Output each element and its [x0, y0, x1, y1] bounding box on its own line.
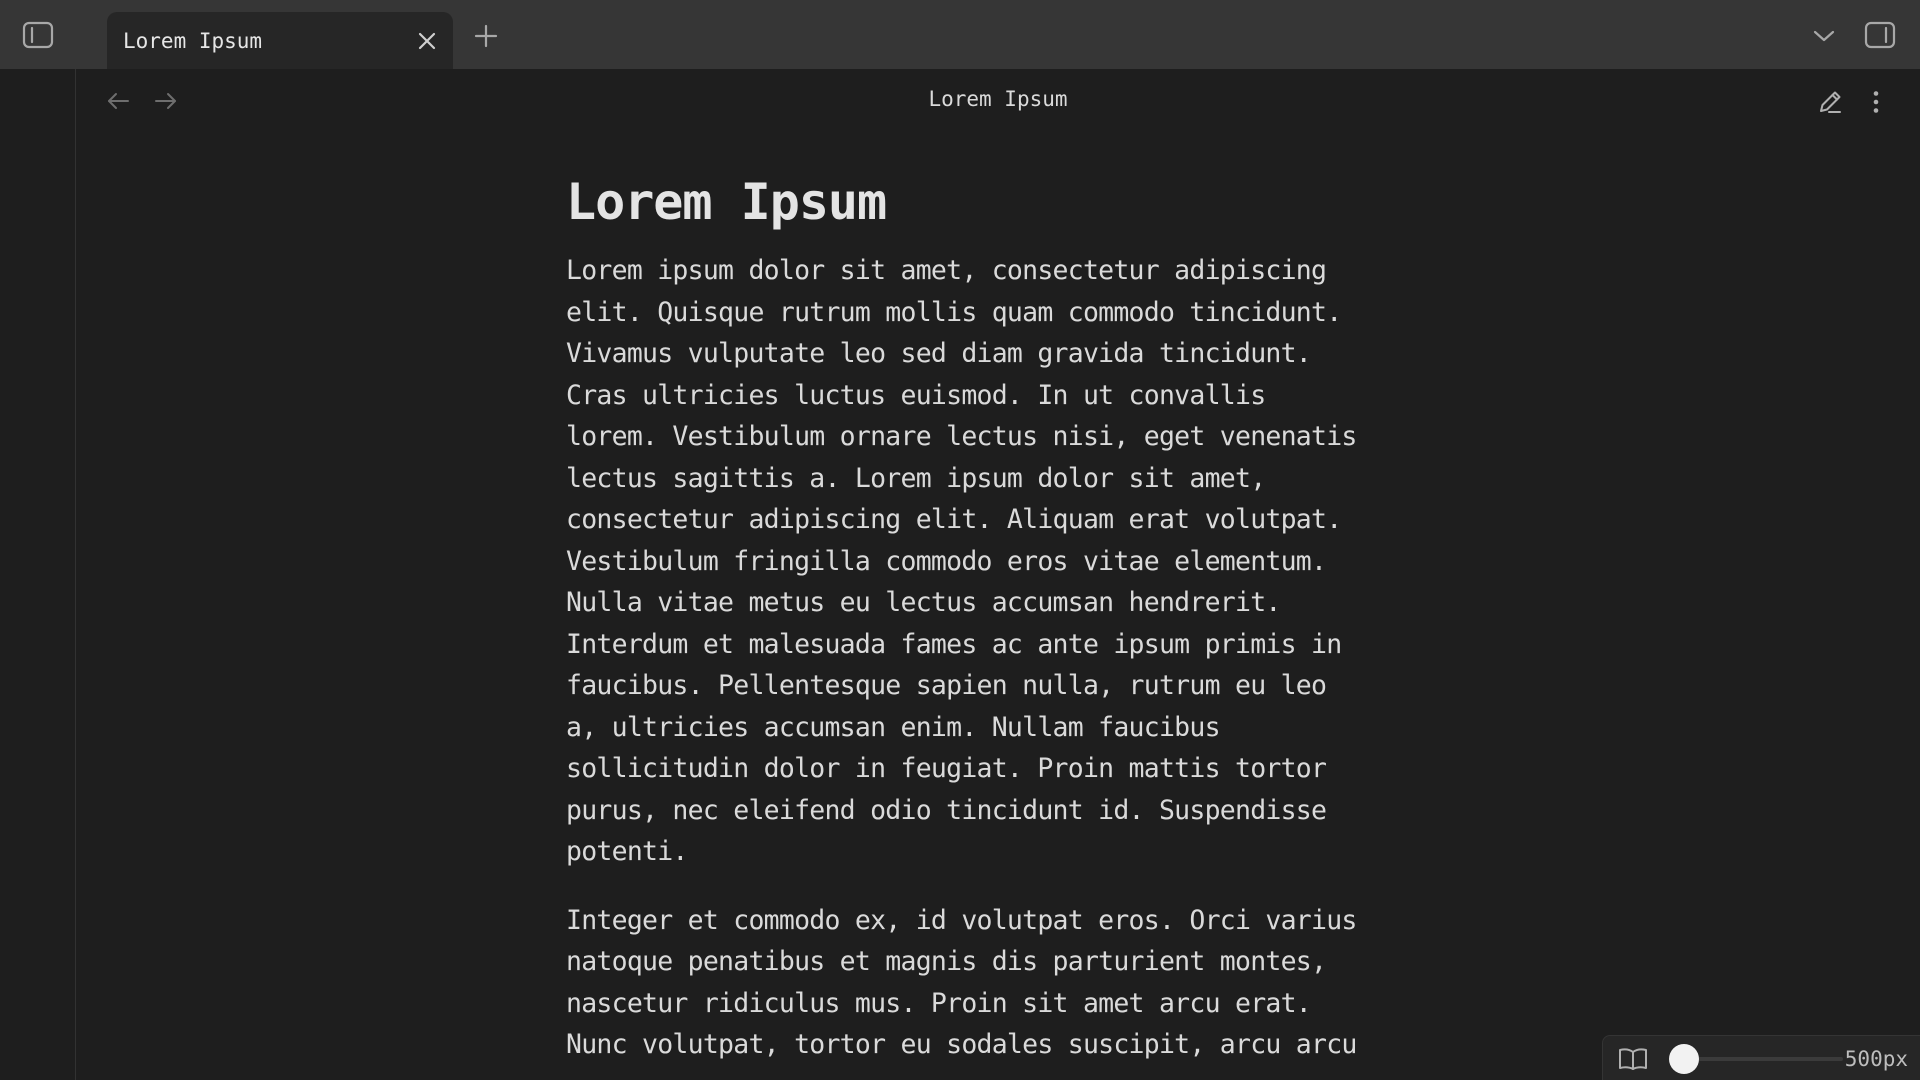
- view-header: Lorem Ipsum: [76, 69, 1920, 133]
- paragraph-1: Lorem ipsum dolor sit amet, consectetur …: [566, 250, 1446, 873]
- pencil-icon[interactable]: [1810, 83, 1850, 121]
- paragraph-2: Integer et commodo ex, id volutpat eros.…: [566, 900, 1446, 1066]
- tab-lorem-ipsum[interactable]: Lorem Ipsum: [107, 12, 453, 69]
- sidebar-right-icon[interactable]: [1858, 15, 1902, 55]
- text-line: faucibus. Pellentesque sapien nulla, rut…: [566, 670, 1327, 701]
- text-line: purus, nec eleifend odio tincidunt id. S…: [566, 794, 1327, 826]
- chevron-down-icon[interactable]: [1804, 18, 1844, 54]
- more-vertical-icon[interactable]: [1858, 83, 1894, 121]
- text-line: Lorem ipsum dolor sit amet, consectetur …: [566, 255, 1327, 286]
- note-view: Lorem Ipsum Lorem Ipsum Lorem ipsum dolo…: [76, 69, 1920, 1080]
- view-title[interactable]: Lorem Ipsum: [76, 87, 1920, 111]
- text-line: Nunc volutpat, tortor eu sodales suscipi…: [566, 1029, 1357, 1060]
- document-heading: Lorem Ipsum: [566, 173, 887, 231]
- sidebar-left-icon[interactable]: [18, 16, 58, 54]
- document-content[interactable]: Lorem Ipsum Lorem ipsum dolor sit amet, …: [566, 170, 1446, 1066]
- text-line: Vestibulum fringilla commodo eros vitae …: [566, 545, 1327, 577]
- text-line: natoque penatibus et magnis dis parturie…: [566, 946, 1327, 977]
- text-line: lectus sagittis a. Lorem ipsum dolor sit…: [566, 462, 1266, 494]
- text-line: consectetur adipiscing elit. Aliquam era…: [566, 504, 1342, 535]
- text-line: Nulla vitae metus eu lectus accumsan hen…: [566, 587, 1281, 618]
- text-line: nascetur ridiculus mus. Proin sit amet a…: [566, 987, 1312, 1019]
- text-line: elit. Quisque rutrum mollis quam commodo…: [566, 296, 1342, 328]
- left-ribbon: [0, 69, 76, 1080]
- width-slider-thumb[interactable]: [1669, 1044, 1699, 1074]
- text-line: a, ultricies accumsan enim. Nullam fauci…: [566, 711, 1221, 743]
- text-line: Cras ultricies luctus euismod. In ut con…: [566, 379, 1266, 411]
- text-line: Integer et commodo ex, id volutpat eros.…: [566, 904, 1357, 936]
- text-line: lorem. Vestibulum ornare lectus nisi, eg…: [566, 421, 1357, 452]
- app-window: Lorem Ipsum Lorem Ipsum Lorem Ipsum Lore…: [0, 0, 1920, 1080]
- status-bar: 500px: [1602, 1035, 1920, 1080]
- width-value: 500px: [1844, 1047, 1908, 1071]
- book-open-icon[interactable]: [1617, 1044, 1649, 1074]
- width-slider-track[interactable]: [1683, 1057, 1843, 1061]
- tab-bar: Lorem Ipsum: [0, 0, 1920, 69]
- text-line: Interdum et malesuada fames ac ante ipsu…: [566, 628, 1342, 660]
- text-line: potenti.: [566, 836, 688, 867]
- text-line: sollicitudin dolor in feugiat. Proin mat…: [566, 753, 1327, 784]
- tab-title: Lorem Ipsum: [123, 28, 263, 53]
- plus-icon[interactable]: [466, 16, 506, 56]
- text-line: Vivamus vulputate leo sed diam gravida t…: [566, 338, 1312, 369]
- close-icon[interactable]: [409, 23, 445, 59]
